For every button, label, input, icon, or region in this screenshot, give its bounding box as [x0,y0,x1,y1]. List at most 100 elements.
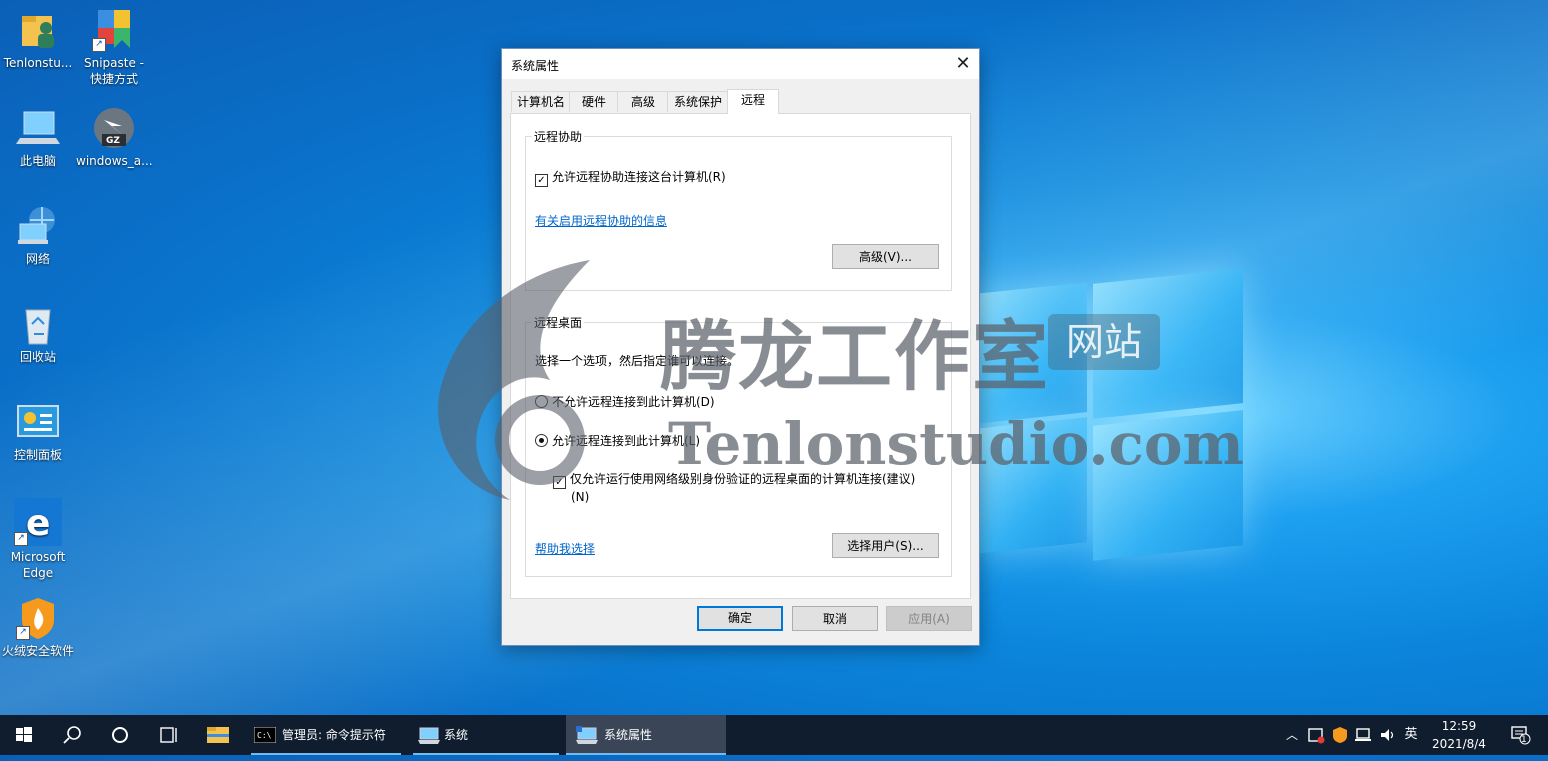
tab-remote[interactable]: 远程 [727,89,779,114]
allow-remote-assistance-row[interactable]: ✓ 允许远程协助连接这台计算机(R) [535,168,726,187]
snipaste-icon: ↗ [92,8,136,52]
file-explorer-icon [207,727,229,743]
notification-icon [1511,726,1531,745]
desktop-icon-recycle-bin[interactable]: 回收站 [0,302,76,365]
volume-icon[interactable] [1376,715,1400,755]
desktop-icon-this-pc[interactable]: 此电脑 [0,106,76,169]
checkbox-label: 允许远程协助连接这台计算机(R) [552,170,726,184]
help-me-choose-link[interactable]: 帮助我选择 [535,540,595,557]
desktop-icon-label: 网络 [25,252,50,266]
desktop-icon-control-panel[interactable]: 控制面板 [0,400,76,463]
security-shield-icon[interactable] [1304,715,1328,755]
windows-start-icon [16,727,32,742]
svg-text:e: e [26,503,50,544]
cortana-icon [112,727,128,743]
start-button[interactable] [0,715,48,755]
taskbar-app-label: 系统属性 [604,728,653,742]
desktop-icon-label: Snipaste - 快捷方式 [83,56,144,86]
select-users-button[interactable]: 选择用户(S)... [832,533,939,558]
cmd-icon: C:\ [254,727,276,743]
clock-date: 2021/8/4 [1432,737,1486,751]
taskbar-app-label: 管理员: 命令提示符 [282,728,386,742]
close-icon[interactable]: ✕ [947,49,979,79]
tab-advanced[interactable]: 高级 [617,91,669,112]
nla-checkbox[interactable]: ✓ [553,476,566,489]
taskbar-app-system[interactable]: 系统 [410,715,562,755]
taskbar: C:\ 管理员: 命令提示符 系统 系统属性 ︿ 英 12:59 2021/8/… [0,715,1548,755]
huorong-tray-icon[interactable] [1328,715,1352,755]
desktop-icon-network[interactable]: 网络 [0,204,76,267]
group-label: 远程桌面 [532,314,585,331]
remote-desktop-group: 远程桌面 选择一个选项，然后指定谁可以连接。 不允许远程连接到此计算机(D) 允… [525,314,952,577]
desktop-icon-label: 回收站 [19,350,56,364]
wallpaper-windows-logo [975,268,1245,578]
shortcut-arrow-icon: ↗ [14,532,28,546]
desktop-icon-label: windows_a... [76,154,153,168]
checkbox-label: 仅允许运行使用网络级别身份验证的远程桌面的计算机连接(建议) [570,472,916,486]
search-button[interactable] [48,715,96,755]
desktop-icon-huorong[interactable]: ↗ 火绒安全软件 [0,596,76,659]
disallow-remote-option[interactable]: 不允许远程连接到此计算机(D) [535,393,715,410]
ime-indicator[interactable]: 英 [1400,715,1422,755]
show-hidden-icons-chevron-up-icon[interactable]: ︿ [1282,715,1302,755]
remote-assistance-info-link[interactable]: 有关启用远程协助的信息 [535,212,667,229]
tab-computer-name[interactable]: 计算机名 [511,91,571,112]
group-label: 远程协助 [532,128,585,145]
file-explorer-button[interactable] [192,715,244,755]
this-pc-icon [16,106,60,150]
nla-option[interactable]: ✓ 仅允许运行使用网络级别身份验证的远程桌面的计算机连接(建议) (N) [553,471,915,505]
gz-badge: GZ [106,136,120,146]
desktop-icon-windows-archive[interactable]: GZ windows_a... [76,106,153,169]
advanced-button[interactable]: 高级(V)... [832,244,939,269]
radio-label: 允许远程连接到此计算机(L) [552,434,701,448]
network-icon [16,204,60,248]
task-view-icon [160,727,177,743]
checkbox-label-line2: (N) [571,490,590,504]
shortcut-arrow-icon: ↗ [92,38,106,52]
clock-time: 12:59 [1441,719,1477,733]
remote-desktop-instruction: 选择一个选项，然后指定谁可以连接。 [535,354,740,368]
user-folder-icon [16,8,60,52]
radio-label: 不允许远程连接到此计算机(D) [552,395,715,409]
edge-icon: e ↗ [14,498,62,546]
desktop-icon-label: Microsoft Edge [10,550,66,580]
desktop-icon-snipaste[interactable]: ↗ Snipaste - 快捷方式 [76,8,152,87]
cancel-button[interactable]: 取消 [792,606,878,631]
desktop-icon-label: Tenlonstu... [3,56,73,70]
dialog-titlebar[interactable]: 系统属性 ✕ [502,49,979,79]
desktop-icon-label: 此电脑 [19,154,56,168]
dialog-title: 系统属性 [511,59,560,73]
taskbar-app-system-properties[interactable]: 系统属性 [566,715,726,755]
desktop-icon-tenlonstudio[interactable]: Tenlonstu... [0,8,76,71]
desktop-icon-label: 控制面板 [13,448,62,462]
network-tray-icon[interactable] [1352,715,1376,755]
system-properties-icon [576,726,598,744]
desktop-icon-edge[interactable]: e ↗ Microsoft Edge [0,498,76,581]
taskbar-app-label: 系统 [444,728,469,742]
search-icon [63,726,81,744]
control-panel-icon [16,400,60,444]
system-properties-dialog: 系统属性 ✕ 计算机名 硬件 高级 系统保护 远程 远程协助 ✓ 允许远程协助连接… [501,48,980,646]
svg-text:C:\: C:\ [257,731,272,740]
shortcut-arrow-icon: ↗ [16,626,30,640]
taskbar-app-cmd[interactable]: C:\ 管理员: 命令提示符 [246,715,406,755]
apply-button[interactable]: 应用(A) [886,606,972,631]
huorong-icon: ↗ [16,596,60,640]
cortana-button[interactable] [96,715,144,755]
allow-radio[interactable] [535,434,548,447]
notification-count: 1 [1521,735,1527,745]
disallow-radio[interactable] [535,395,548,408]
task-view-button[interactable] [144,715,192,755]
tab-hardware[interactable]: 硬件 [569,91,619,112]
system-icon [418,727,440,744]
desktop-icon-label: 火绒安全软件 [1,644,74,658]
allow-remote-option[interactable]: 允许远程连接到此计算机(L) [535,432,700,449]
tab-system-protection[interactable]: 系统保护 [667,91,729,112]
remote-assistance-group: 远程协助 ✓ 允许远程协助连接这台计算机(R) 有关启用远程协助的信息 高级(V)… [525,128,952,291]
clock[interactable]: 12:59 2021/8/4 [1424,715,1494,755]
remote-tab-panel: 远程协助 ✓ 允许远程协助连接这台计算机(R) 有关启用远程协助的信息 高级(V)… [510,113,971,599]
allow-remote-assistance-checkbox[interactable]: ✓ [535,174,548,187]
gz-archive-icon: GZ [92,106,136,150]
notification-center-button[interactable]: 1 [1500,715,1540,755]
ok-button[interactable]: 确定 [697,606,783,631]
